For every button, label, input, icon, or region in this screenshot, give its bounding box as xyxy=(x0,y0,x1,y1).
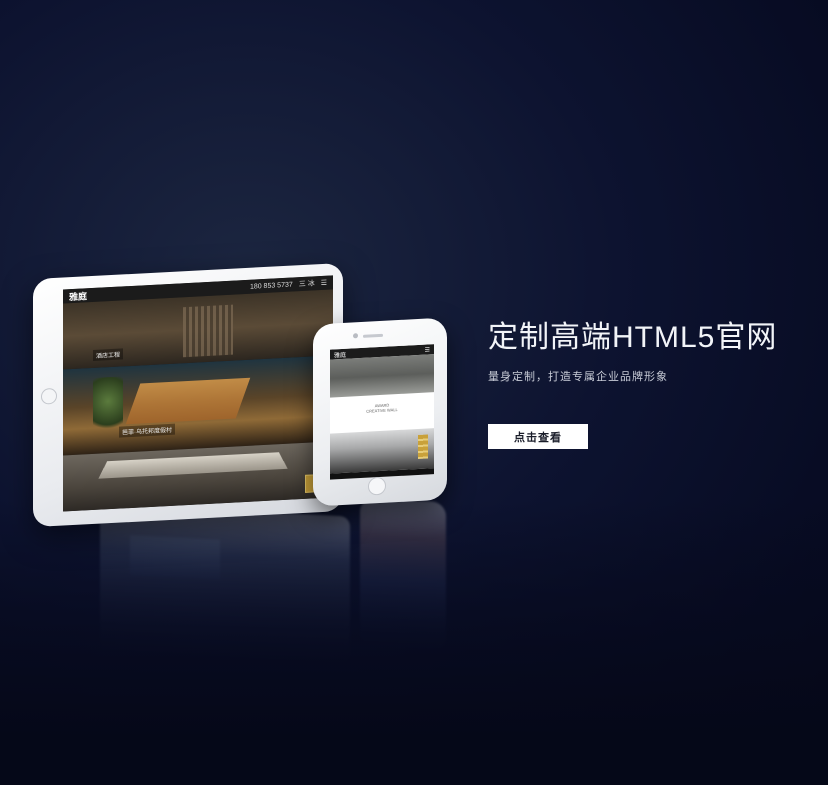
hero-content: 定制高端HTML5官网 量身定制，打造专属企业品牌形象 点击查看 xyxy=(488,312,808,449)
tablet-caption: 酒店工程 xyxy=(93,348,124,361)
phone-site-logo: 雅庭 xyxy=(334,352,347,359)
hero-subtitle: 量身定制，打造专属企业品牌形象 xyxy=(488,371,668,383)
tablet-caption: 芭菲·乌托邦度假村 xyxy=(119,423,175,438)
hero-banner: 雅庭 180 853 5737 三 冰 ☰ 酒店工程 芭菲·乌托邦度假村 雅庭 … xyxy=(0,0,828,785)
phone-camera-icon xyxy=(353,333,358,339)
hero-title: 定制高端HTML5官网 xyxy=(488,321,778,354)
phone-text-block: AWARD CREATIVE WALL xyxy=(330,392,434,433)
phone-mockup: 雅庭 ☰ AWARD CREATIVE WALL xyxy=(313,317,447,507)
phone-menu-icon: ☰ xyxy=(424,346,430,354)
phone-speaker-icon xyxy=(363,333,383,338)
phone-interior-image xyxy=(330,428,434,474)
tablet-section-resort: 芭菲·乌托邦度假村 xyxy=(63,355,333,456)
tablet-phone-number: 180 853 5737 xyxy=(249,281,293,291)
tablet-lang-switch: 三 冰 xyxy=(298,280,315,289)
phone-hero-image xyxy=(330,354,434,398)
tablet-menu-icon: ☰ xyxy=(320,279,327,288)
view-details-button[interactable]: 点击查看 xyxy=(488,424,588,449)
tablet-screen: 雅庭 180 853 5737 三 冰 ☰ 酒店工程 芭菲·乌托邦度假村 xyxy=(63,275,333,512)
phone-home-button-icon xyxy=(368,476,386,496)
tablet-site-logo: 雅庭 xyxy=(69,290,88,302)
floor-fade xyxy=(0,500,828,785)
tablet-mockup: 雅庭 180 853 5737 三 冰 ☰ 酒店工程 芭菲·乌托邦度假村 xyxy=(33,262,343,528)
phone-screen: 雅庭 ☰ AWARD CREATIVE WALL xyxy=(330,344,434,480)
tablet-home-button-icon xyxy=(41,387,57,405)
